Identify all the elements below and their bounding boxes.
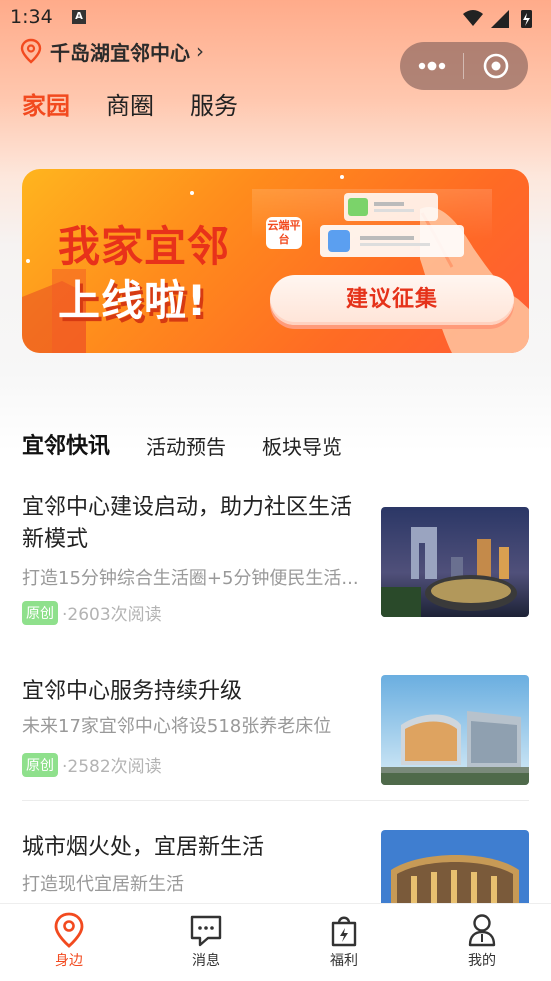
location-selector[interactable]: 千岛湖宜邻中心 › [20, 36, 204, 66]
news-item[interactable]: 城市烟火处，宜居新生活 打造现代宜居新生活 [22, 830, 529, 903]
news-thumbnail [381, 830, 529, 903]
signal-icon [491, 10, 509, 28]
list-divider [22, 800, 529, 801]
message-icon [190, 915, 222, 947]
nav-label: 身边 [55, 953, 83, 969]
nav-nearby[interactable]: 身边 [29, 912, 109, 970]
nav-messages[interactable]: 消息 [166, 912, 246, 970]
banner-title-line2: 上线啦! [58, 276, 208, 325]
banner-platform-tag: 云端平台 [266, 217, 302, 249]
news-item[interactable]: 宜邻中心服务持续升级 未来17家宜邻中心将设518张养老床位 原创 ·2582次… [22, 675, 529, 788]
news-title: 宜邻中心建设启动，助力社区生活新模式 [22, 495, 353, 552]
location-pin-icon [20, 38, 42, 64]
news-thumbnail [381, 507, 529, 617]
status-time: 1:34 [10, 6, 53, 28]
miniprogram-capsule [400, 42, 528, 90]
original-badge: 原创 [22, 752, 58, 777]
bottom-nav: 身边 消息 福利 我的 [0, 903, 551, 981]
status-icons [463, 10, 532, 28]
news-subtitle: 打造现代宜居新生活 [22, 874, 184, 895]
banner-card-document [320, 225, 464, 257]
news-title: 城市烟火处，宜居新生活 [22, 835, 265, 860]
read-count: ·2582次阅读 [62, 757, 162, 777]
more-dots-icon [418, 61, 445, 71]
user-icon [468, 914, 496, 947]
suggestion-button[interactable]: 建议征集 [270, 275, 514, 325]
nav-label: 福利 [330, 953, 358, 969]
banner-card-image [344, 193, 438, 221]
news-subtitle: 未来17家宜邻中心将设518张养老床位 [22, 716, 332, 737]
tab-news[interactable]: 宜邻快讯 [22, 428, 111, 460]
notification-a-icon: A [72, 10, 86, 24]
news-thumbnail [381, 675, 529, 785]
tab-home[interactable]: 家园 [22, 86, 70, 121]
promo-banner[interactable]: 我家宜邻 上线啦! 云端平台 建议征集 [22, 169, 529, 353]
content-tabs: 宜邻快讯 活动预告 板块导览 [22, 424, 378, 460]
gift-bag-icon [331, 916, 357, 947]
wifi-icon [463, 10, 483, 26]
more-button[interactable] [400, 42, 463, 90]
tab-services[interactable]: 服务 [190, 86, 238, 121]
nav-benefits[interactable]: 福利 [304, 912, 384, 970]
app-screen: 1:34 A 千岛湖宜邻中心 › 家园 商圈 服务 我家宜邻 上线啦! 云端平台… [0, 0, 551, 981]
nav-label: 消息 [192, 953, 220, 969]
tab-sections[interactable]: 板块导览 [262, 431, 342, 460]
read-count: ·2603次阅读 [62, 605, 162, 625]
news-subtitle: 打造15分钟综合生活圈+5分钟便民生活... [22, 568, 359, 589]
tab-business[interactable]: 商圈 [106, 86, 154, 121]
target-close-icon [483, 53, 509, 79]
nav-label: 我的 [468, 953, 496, 969]
nav-profile[interactable]: 我的 [442, 912, 522, 970]
banner-title-line1: 我家宜邻 [58, 222, 231, 271]
location-pin-icon [54, 912, 84, 948]
tab-events[interactable]: 活动预告 [146, 431, 226, 460]
top-tabs: 家园 商圈 服务 [22, 86, 274, 121]
news-item[interactable]: 宜邻中心建设启动，助力社区生活新模式 打造15分钟综合生活圈+5分钟便民生活..… [22, 492, 529, 625]
news-title: 宜邻中心服务持续升级 [22, 679, 243, 704]
location-name: 千岛湖宜邻中心 [50, 40, 190, 65]
chevron-right-icon: › [196, 39, 204, 63]
status-bar: 1:34 A [0, 0, 551, 36]
original-badge: 原创 [22, 600, 58, 625]
close-miniprogram-button[interactable] [464, 42, 528, 90]
